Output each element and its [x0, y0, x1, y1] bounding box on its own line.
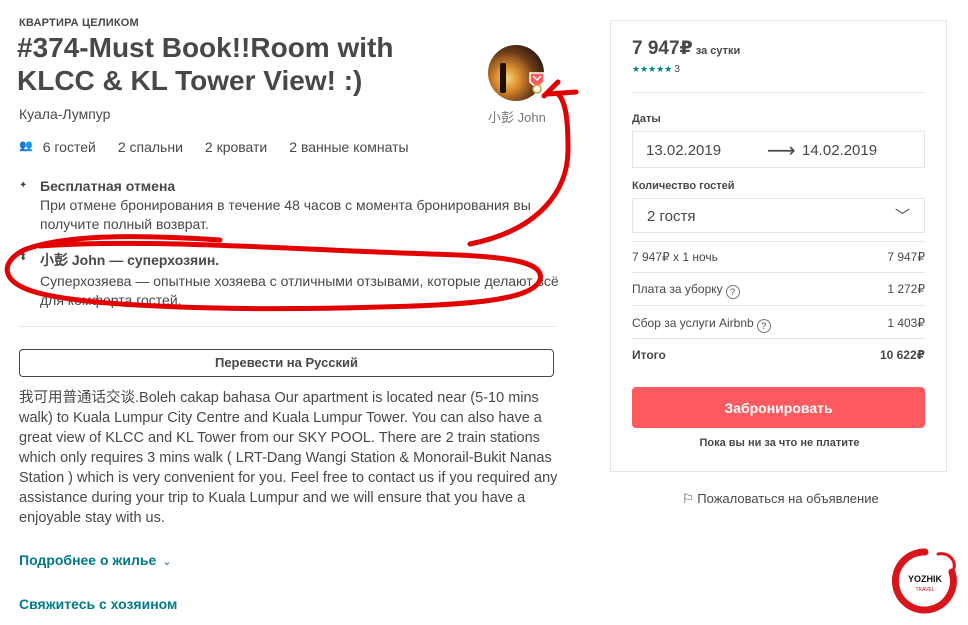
medal-icon: ⬍ [19, 252, 28, 263]
listing-description: 我可用普通话交谈.Boleh cakap bahasa Our apartmen… [19, 390, 558, 526]
feature-superhost: ⬍ 小彭 John — суперхозяин. Суперхозяева — … [19, 250, 559, 310]
guests-value: 2 гостя [647, 208, 696, 225]
host-name[interactable]: 小彭 John [488, 107, 546, 126]
checkin-date[interactable]: 13.02.2019 [646, 142, 721, 159]
book-button[interactable]: Забронировать [632, 387, 925, 428]
watermark-logo: YOZHIK TRAVEL [892, 548, 957, 614]
contact-host-link[interactable]: Свяжитесь с хозяином [19, 596, 177, 612]
checkout-date[interactable]: 14.02.2019 [802, 142, 877, 159]
rating[interactable]: ★★★★★ 3 [632, 64, 680, 75]
amenity-baths: 2 ванные комнаты [289, 139, 409, 155]
divider [19, 326, 555, 327]
svg-text:YOZHIK: YOZHIK [908, 574, 943, 584]
row-value: 1 272₽ [887, 282, 925, 296]
listing-title: #374-Must Book!!Room with KLCC & KL Towe… [17, 32, 394, 96]
link-label: Подробнее о жилье [19, 552, 157, 568]
feature-free-cancel: ✦ Бесплатная отмена При отмене бронирова… [19, 178, 559, 234]
more-about-link[interactable]: Подробнее о жилье ⌄ [19, 552, 171, 568]
amenity-beds: 2 кровати [204, 139, 268, 155]
row-label: 7 947₽ x 1 ночь [632, 250, 718, 264]
booking-card: 7 947₽ за сутки ★★★★★ 3 Даты 13.02.2019 ⟶ … [610, 20, 947, 472]
row-label: Плата за уборку? [632, 282, 740, 299]
arrow-right-icon: ⟶ [767, 140, 796, 162]
listing-city: Куала-Лумпур [19, 106, 111, 122]
help-icon[interactable]: ? [756, 319, 771, 333]
card-divider [632, 338, 925, 339]
card-divider [632, 241, 925, 242]
report-label: Пожаловаться на объявление [697, 491, 879, 506]
chevron-down-icon: ⌄ [162, 556, 172, 568]
price-line: 7 947₽ за сутки [632, 37, 740, 60]
row-value: 1 403₽ [887, 316, 925, 330]
no-charge-note: Пока вы ни за что не платите [699, 437, 860, 449]
card-divider [632, 305, 925, 306]
superhost-badge-icon [529, 72, 545, 94]
total-label: Итого [632, 348, 666, 362]
price-amount: 7 947₽ [632, 38, 693, 59]
guests-label: Количество гостей [632, 180, 735, 192]
chevron-down-icon: ﹀ [894, 208, 910, 225]
row-value: 7 947₽ [887, 250, 925, 264]
feature-text: При отмене бронирования в течение 48 час… [40, 197, 531, 232]
row-label: Сбор за услуги Airbnb? [632, 316, 771, 333]
review-count: 3 [674, 64, 680, 75]
feature-text: Суперхозяева — опытные хозяева с отличны… [40, 273, 559, 308]
card-divider [632, 92, 925, 93]
room-type: КВАРТИРА ЦЕЛИКОМ [19, 17, 139, 29]
star-icons: ★★★★★ [632, 64, 673, 74]
price-period: за сутки [695, 45, 741, 57]
amenity-bedrooms: 2 спальни [117, 139, 183, 155]
feature-title: 小彭 John — суперхозяин. [40, 252, 220, 268]
guests-icon: 👥 [19, 140, 33, 152]
guests-select[interactable]: 2 гостя ﹀ [632, 198, 925, 233]
sparkle-icon: ✦ [19, 180, 28, 191]
dates-label: Даты [632, 113, 661, 125]
help-icon[interactable]: ? [725, 285, 740, 299]
translate-button[interactable]: Перевести на Русский [19, 349, 554, 377]
date-range-picker[interactable]: 13.02.2019 ⟶ 14.02.2019 [632, 131, 925, 168]
flag-icon: ⚐ [682, 491, 694, 506]
feature-title: Бесплатная отмена [40, 178, 176, 194]
total-value: 10 622₽ [879, 348, 925, 362]
amenities-row: 👥 6 гостей 2 спальни 2 кровати 2 ванные … [19, 139, 431, 155]
svg-text:TRAVEL: TRAVEL [915, 587, 934, 593]
report-listing-link[interactable]: ⚐ Пожаловаться на объявление [682, 491, 879, 507]
card-divider [632, 272, 925, 273]
amenity-guests: 6 гостей [42, 139, 96, 155]
